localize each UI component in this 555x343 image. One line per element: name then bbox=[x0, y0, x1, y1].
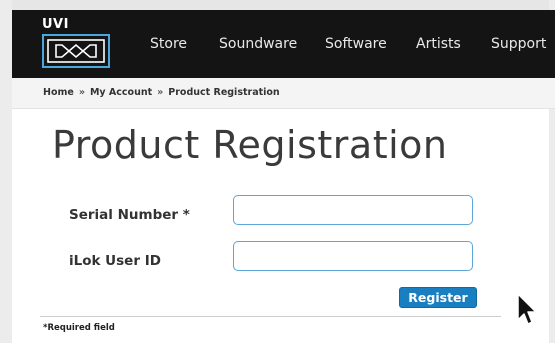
breadcrumb: Home » My Account » Product Registration bbox=[43, 87, 280, 98]
ilok-user-id-input[interactable] bbox=[233, 241, 473, 271]
window-frame-top bbox=[0, 0, 555, 10]
breadcrumb-my-account[interactable]: My Account bbox=[90, 87, 152, 98]
window-frame-left bbox=[0, 0, 12, 343]
top-navbar: UVI Store Soundware Software Artists Sup… bbox=[12, 10, 555, 78]
required-field-note: *Required field bbox=[43, 323, 115, 333]
serial-number-input[interactable] bbox=[233, 195, 473, 225]
serial-number-label: Serial Number * bbox=[69, 207, 190, 223]
uvi-logo[interactable]: UVI bbox=[42, 17, 114, 72]
form-divider bbox=[40, 316, 501, 317]
nav-soundware[interactable]: Soundware bbox=[219, 36, 297, 52]
breadcrumb-bar: Home » My Account » Product Registration bbox=[12, 78, 555, 109]
nav-artists[interactable]: Artists bbox=[416, 36, 461, 52]
breadcrumb-separator: » bbox=[157, 87, 164, 98]
breadcrumb-current: Product Registration bbox=[168, 87, 280, 98]
page-title: Product Registration bbox=[52, 123, 448, 167]
logo-mark-icon bbox=[42, 34, 110, 68]
breadcrumb-separator: » bbox=[78, 87, 85, 98]
nav-software[interactable]: Software bbox=[325, 36, 387, 52]
register-button[interactable]: Register bbox=[399, 287, 477, 308]
logo-text: UVI bbox=[42, 17, 69, 32]
nav-support[interactable]: Support bbox=[491, 36, 546, 52]
main-content: Product Registration Serial Number * iLo… bbox=[12, 109, 549, 343]
breadcrumb-home[interactable]: Home bbox=[43, 87, 74, 98]
nav-store[interactable]: Store bbox=[150, 36, 187, 52]
mouse-cursor-icon bbox=[517, 293, 537, 325]
ilok-user-id-label: iLok User ID bbox=[69, 253, 161, 269]
